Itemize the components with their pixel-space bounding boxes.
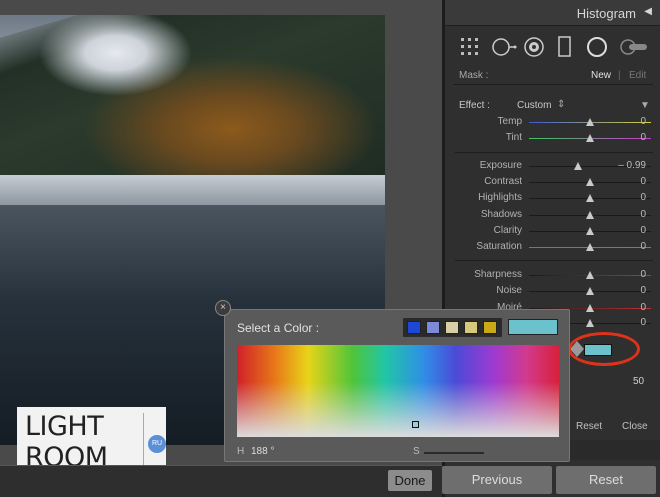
- slider-value[interactable]: 0: [640, 209, 646, 220]
- slider-label: Sharpness: [474, 269, 522, 280]
- reset-button[interactable]: Reset: [556, 466, 656, 494]
- histogram-header[interactable]: Histogram ◀: [445, 0, 660, 26]
- mask-divider: |: [618, 70, 621, 81]
- bottom-toolbar: [0, 465, 442, 497]
- slider-row: Exposure – 0.99: [445, 160, 660, 174]
- mask-label: Mask :: [459, 70, 489, 81]
- collapse-arrow-icon[interactable]: ◀: [644, 6, 652, 17]
- close-icon[interactable]: ×: [215, 300, 231, 316]
- preset-swatch[interactable]: [464, 321, 478, 334]
- amount-value: 50: [633, 376, 645, 387]
- saturation-slider[interactable]: [424, 452, 484, 454]
- slider-row: Highlights 0: [445, 192, 660, 206]
- hue-unit: °: [270, 446, 275, 457]
- highlight-circle: [568, 332, 640, 366]
- effect-row: Effect : Custom ⇕ ▼: [445, 99, 660, 114]
- slider-value[interactable]: 0: [640, 132, 646, 143]
- section-divider: [455, 260, 653, 261]
- select-color-dialog: Select a Color : H 188 ° S: [224, 309, 570, 462]
- slider-knob[interactable]: [586, 243, 594, 251]
- slider-value[interactable]: 0: [640, 241, 646, 252]
- slider-row: Tint 0: [445, 132, 660, 146]
- slider-value[interactable]: 0: [640, 302, 646, 313]
- slider-row: Contrast 0: [445, 176, 660, 190]
- slider-row: Sharpness 0: [445, 269, 660, 283]
- hue-label: H: [237, 446, 245, 457]
- slider-row: Noise 0: [445, 285, 660, 299]
- slider-value[interactable]: 0: [640, 269, 646, 280]
- hue-value[interactable]: 188 °: [251, 446, 274, 457]
- color-spectrum[interactable]: [237, 345, 559, 437]
- preset-swatch[interactable]: [426, 321, 440, 334]
- slider-label: Noise: [496, 285, 522, 296]
- slider-row: Saturation 0: [445, 241, 660, 255]
- slider-label: Exposure: [479, 160, 522, 171]
- saturation-label: S: [413, 446, 420, 457]
- histogram-title: Histogram: [576, 6, 636, 21]
- slider-label: Saturation: [476, 241, 522, 252]
- slider-row: Clarity 0: [445, 225, 660, 239]
- slider-label: Highlights: [478, 192, 522, 203]
- hue-number: 188: [251, 446, 268, 457]
- close-link[interactable]: Close: [622, 421, 648, 432]
- current-color-swatch: [508, 319, 558, 335]
- effect-label: Effect :: [459, 100, 490, 111]
- slider-value[interactable]: 0: [640, 317, 646, 328]
- collapse-triangle-icon[interactable]: ▼: [640, 100, 650, 111]
- logo-line-1: LIGHT: [25, 411, 104, 442]
- slider-label: Clarity: [493, 225, 522, 236]
- previous-button[interactable]: Previous: [442, 466, 552, 494]
- slider-label: Temp: [497, 116, 522, 127]
- adjustment-brush-icon[interactable]: [619, 36, 649, 58]
- slider-value[interactable]: 0: [640, 285, 646, 296]
- tool-strip: [445, 30, 660, 64]
- spectrum-marker[interactable]: [412, 421, 419, 428]
- spot-removal-icon[interactable]: [491, 36, 517, 58]
- slider-knob[interactable]: [586, 287, 594, 295]
- slider-knob[interactable]: [586, 271, 594, 279]
- slider-label: Contrast: [484, 176, 522, 187]
- mask-row: Mask : New | Edit: [453, 67, 653, 85]
- slider-knob[interactable]: [586, 118, 594, 126]
- slider-knob[interactable]: [586, 194, 594, 202]
- section-divider: [455, 152, 653, 153]
- slider-row: Shadows 0: [445, 209, 660, 223]
- slider-knob[interactable]: [573, 162, 582, 170]
- slider-value[interactable]: 0: [640, 176, 646, 187]
- slider-knob[interactable]: [586, 304, 594, 312]
- slider-knob[interactable]: [586, 134, 594, 142]
- snowy-shore: [0, 175, 385, 205]
- mask-new-button[interactable]: New: [591, 70, 611, 81]
- graduated-filter-icon[interactable]: [557, 36, 573, 58]
- preset-swatch[interactable]: [483, 321, 497, 334]
- dropdown-updown-icon[interactable]: ⇕: [557, 99, 565, 110]
- slider-value[interactable]: 0: [640, 116, 646, 127]
- logo-badge: RU: [148, 435, 166, 453]
- radial-filter-icon[interactable]: [585, 36, 609, 58]
- slider-value[interactable]: – 0.99: [618, 160, 646, 171]
- slider-value[interactable]: 0: [640, 192, 646, 203]
- slider-label: Shadows: [480, 209, 522, 220]
- slider-knob[interactable]: [586, 319, 594, 327]
- crop-grid-icon[interactable]: [459, 36, 481, 58]
- mask-edit-button[interactable]: Edit: [629, 70, 646, 81]
- preset-swatch[interactable]: [407, 321, 421, 334]
- done-button[interactable]: Done: [388, 470, 432, 491]
- slider-knob[interactable]: [586, 178, 594, 186]
- red-eye-icon[interactable]: [523, 36, 545, 58]
- slider-value[interactable]: 0: [640, 225, 646, 236]
- slider-knob[interactable]: [586, 227, 594, 235]
- reset-link[interactable]: Reset: [576, 421, 602, 432]
- logo-divider: [143, 413, 144, 473]
- slider-label: Tint: [505, 132, 522, 143]
- dialog-title: Select a Color :: [237, 321, 320, 335]
- slider-knob[interactable]: [586, 211, 594, 219]
- preset-swatch[interactable]: [445, 321, 459, 334]
- slider-row: Temp 0: [445, 116, 660, 130]
- effect-dropdown[interactable]: Custom: [517, 100, 551, 111]
